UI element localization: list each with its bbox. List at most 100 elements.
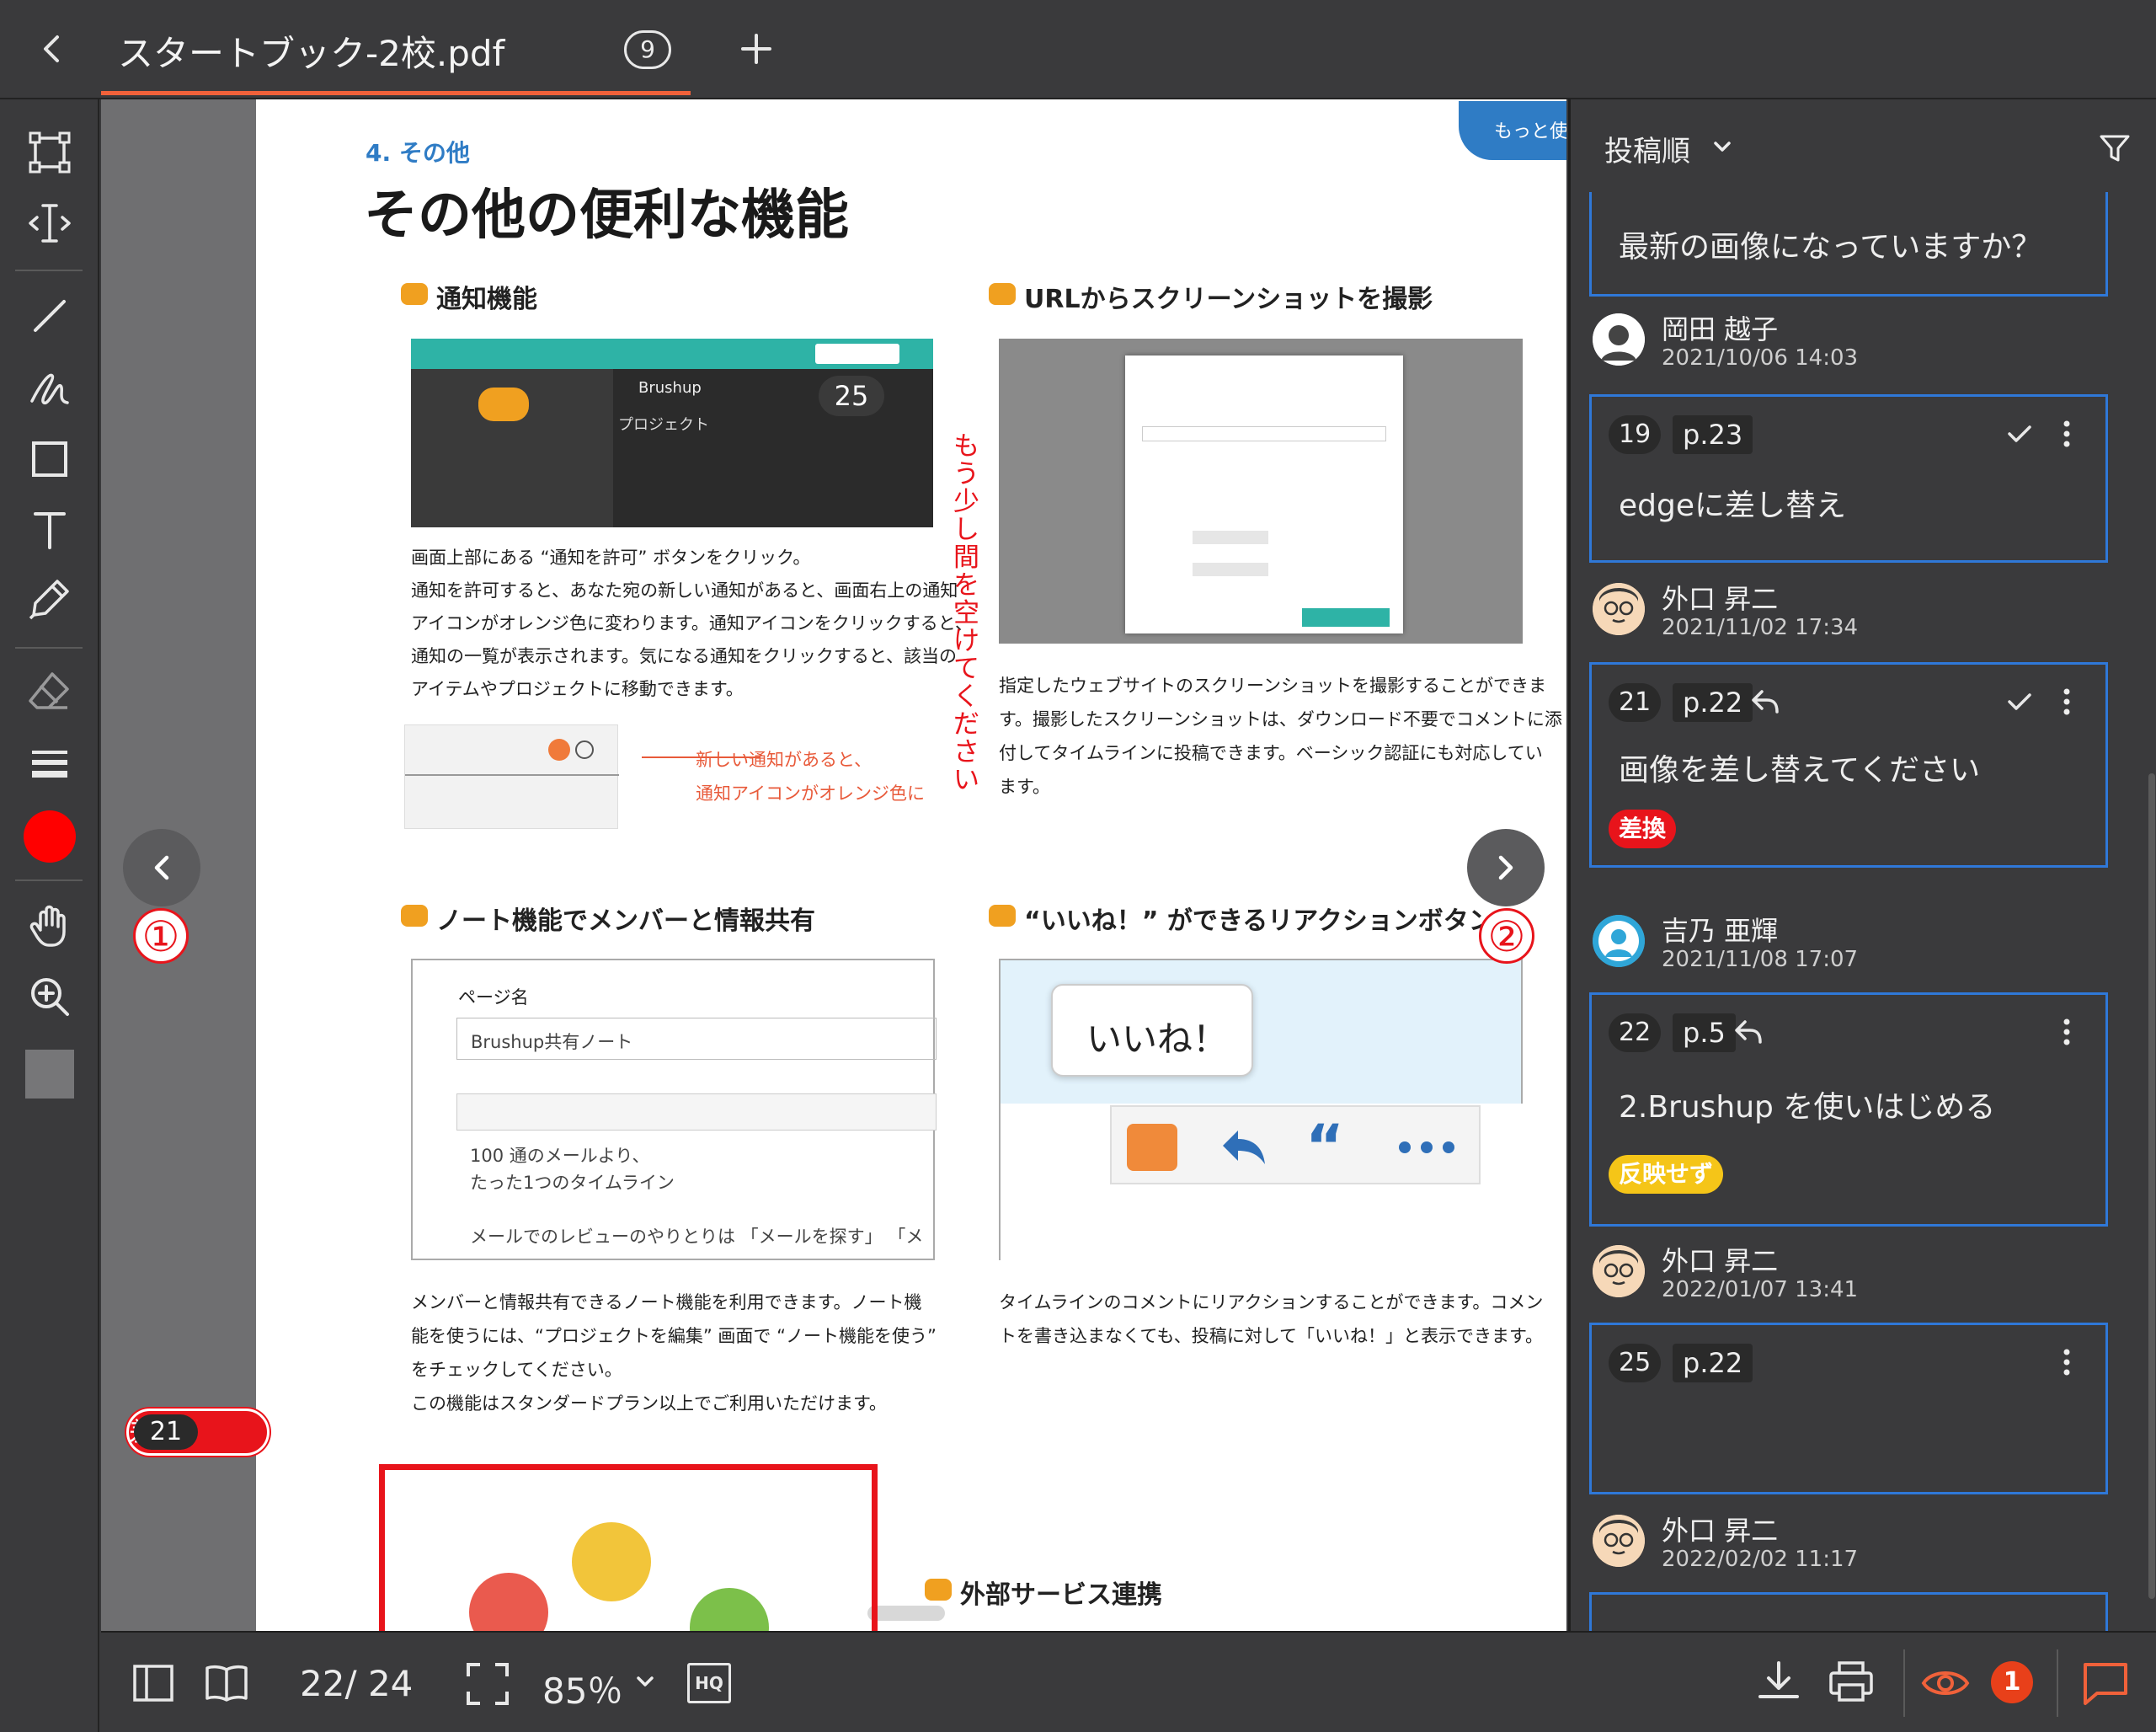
more-vertical-icon[interactable] [2058,685,2075,719]
print-icon[interactable] [1828,1658,1875,1705]
check-icon[interactable] [2004,687,2035,717]
chevron-down-icon[interactable] [633,1671,657,1692]
text-cursor-icon[interactable] [27,200,72,246]
pdf-page: もっと使いこなす 4. その他 その他の便利な機能 通知機能 Brushup プ… [256,99,1566,1631]
help-icon [575,740,594,759]
section-icon [989,905,1016,927]
comment-author: 吉乃 亜輝 2021/11/08 17:07 [1593,910,2115,986]
ribbon-tab: もっと使いこなす [1459,101,1566,160]
line-weight-icon[interactable] [27,740,72,785]
chevron-left-icon[interactable] [34,30,71,67]
toolbar-separator [15,647,83,649]
reply-icon[interactable] [1732,1017,1765,1047]
comment-page[interactable]: p.5 [1673,1013,1736,1052]
zoom-in-icon[interactable] [27,974,72,1019]
comment-card[interactable]: 25 p.22 [1589,1323,2108,1494]
comment-date: 2021/11/02 17:34 [1662,615,1859,640]
comment-page[interactable]: p.22 [1673,1344,1753,1382]
comment-page[interactable]: p.22 [1673,683,1753,722]
top-bar: スタートブック-2校.pdf 9 [0,0,2156,99]
fullscreen-icon[interactable] [465,1661,510,1707]
annotation-toolbar [0,99,99,1732]
sidebar-toggle-icon[interactable] [131,1661,175,1705]
url-line: す。撮影したスクリーンショットは、ダウンロード不要でコメントに添 [999,709,1562,730]
comment-card[interactable]: 19 p.23 edgeに差し替え [1589,394,2108,563]
file-count-badge[interactable]: 9 [624,30,671,69]
note-line: をチェックしてください。 [411,1360,622,1380]
comment-author: 外口 昇二 2022/02/02 11:17 [1593,1510,2115,1585]
comment-text: 最新の画像になっていますか？ [1619,230,2042,265]
rectangle-select-icon[interactable] [27,130,72,175]
text-icon[interactable] [27,507,72,553]
marker-icon[interactable] [27,576,72,622]
author-name: 外口 昇二 [1662,583,1779,615]
color-swatch-icon[interactable] [24,810,76,863]
comment-pin-21[interactable]: 21 差換 [126,1409,270,1456]
notify-line: 通知の一覧が表示されます。気になる通知をクリックすると、該当の [411,646,958,666]
document-tab-title[interactable]: スタートブック-2校.pdf [118,25,504,77]
check-icon[interactable] [2004,419,2035,449]
book-view-icon[interactable] [204,1661,249,1705]
notification-count-badge[interactable]: 1 [1991,1661,2033,1703]
section-title-notify: 通知機能 [436,285,537,314]
comment-pin-25[interactable]: 25 [819,376,884,416]
comment-card[interactable]: 21 p.22 画像を差し替えてください 差換 [1589,662,2108,868]
more-icon [1398,1141,1457,1154]
comment-card[interactable]: 22 p.5 2.Brushup を使いはじめる 反映せず [1589,992,2108,1227]
ribbon-text: もっと使いこなす [1494,121,1566,142]
notify-zoom-illustration [404,724,619,829]
like-bubble: いいね！ [1051,984,1253,1077]
like-bubble-text: いいね！ [1086,1018,1229,1060]
line-icon[interactable] [27,293,72,339]
more-vertical-icon[interactable] [2058,417,2075,451]
sort-dropdown[interactable]: 投稿順 [1604,128,1690,169]
previous-page-button[interactable] [123,829,200,906]
section-icon [925,1579,952,1601]
fill-swatch-icon[interactable] [25,1050,74,1099]
vertical-note-annotation[interactable]: もう少し間を空けてください [953,433,982,794]
comment-card[interactable]: 最新の画像になっていますか？ [1589,192,2108,297]
hq-toggle[interactable]: HQ [687,1663,731,1703]
next-marker-annotation[interactable]: ② [1479,908,1534,964]
user-field [1193,531,1268,544]
section-title-url: URLからスクリーンショットを撮影 [1024,285,1433,314]
document-viewport[interactable]: もっと使いこなす 4. その他 その他の便利な機能 通知機能 Brushup プ… [101,99,1566,1631]
brand-icon [478,388,529,421]
eye-icon[interactable] [1920,1660,1971,1707]
plus-icon[interactable] [738,30,775,67]
notify-line: 画面上部にある “通知を許可” ボタンをクリック。 [411,548,811,568]
author-name: 外口 昇二 [1662,1245,1779,1277]
section-title-note: ノート機能でメンバーと情報共有 [436,906,815,936]
comment-text: 2.Brushup を使いはじめる [1619,1090,1996,1125]
page-indicator[interactable]: 22/ 24 [300,1663,413,1704]
note-field-value: Brushup共有ノート [471,1032,633,1052]
panel-scroll-thumb[interactable] [2148,773,2155,1599]
hand-icon[interactable] [27,903,72,949]
comment-panel-icon[interactable] [2080,1658,2131,1708]
reaction-button-bar: “ [1110,1105,1481,1184]
cloud-icon [572,1522,651,1601]
rectangle-icon[interactable] [27,436,72,482]
eraser-icon[interactable] [27,669,72,714]
pin-number: 21 [134,1414,198,1450]
rectangle-annotation[interactable] [379,1464,878,1631]
comment-card[interactable] [1589,1592,2108,1631]
chevron-down-icon[interactable] [1710,136,1734,157]
section-label: 4. その他 [366,139,470,167]
zoom-level[interactable]: 85％ [542,1663,622,1714]
comment-page[interactable]: p.23 [1673,415,1753,454]
prev-marker-annotation[interactable]: ① [133,908,189,964]
filter-icon[interactable] [2098,131,2132,165]
comments-panel: 投稿順 最新の画像になっていますか？ 岡田 越子 2021/10/06 14:0… [1568,99,2156,1631]
note-line: この機能はスタンダードプラン以上でご利用いただけます。 [411,1393,887,1414]
reply-icon[interactable] [1748,687,1782,717]
more-vertical-icon[interactable] [2058,1345,2075,1379]
active-tab-indicator [101,91,691,95]
next-page-button[interactable] [1467,829,1545,906]
capture-button [1302,608,1390,627]
download-icon[interactable] [1755,1658,1802,1705]
freehand-icon[interactable] [27,366,72,411]
horizontal-scroll-thumb[interactable] [867,1606,945,1621]
more-vertical-icon[interactable] [2058,1015,2075,1049]
globe-icon [690,1588,769,1631]
